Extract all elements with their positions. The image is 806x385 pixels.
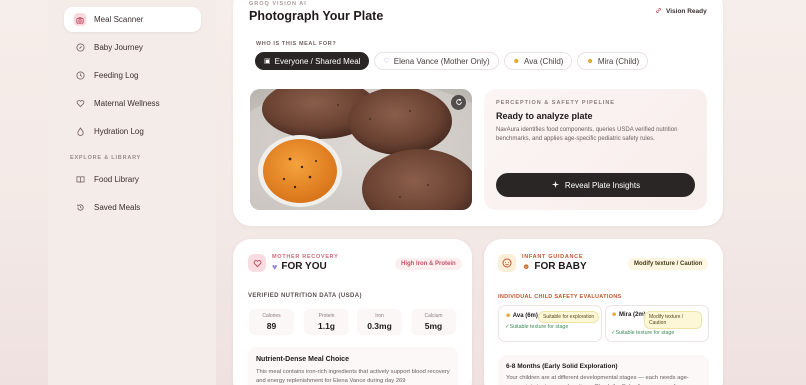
pipeline-title: Ready to analyze plate: [496, 111, 593, 121]
heart-icon: ♥: [272, 261, 278, 272]
stat-calcium: Calcium 5mg: [411, 309, 456, 335]
reveal-insights-button[interactable]: Reveal Plate Insights: [496, 173, 695, 197]
sidebar: Meal Scanner Baby Journey Feeding Log Ma…: [48, 0, 216, 385]
child-tag: Modify texture / Caution: [644, 311, 702, 329]
sidebar-item-hydration-log[interactable]: Hydration Log: [64, 119, 201, 144]
camera-icon: [74, 13, 86, 26]
audience-chips: ▣ Everyone / Shared Meal ♡ Elena Vance (…: [255, 52, 649, 70]
chip-label: Ava (Child): [524, 56, 564, 66]
baby-face-icon: [498, 254, 516, 272]
chip-mira[interactable]: ☻ Mira (Child): [577, 52, 649, 70]
page-title: Photograph Your Plate: [249, 9, 384, 23]
stat-iron: Iron 0.3mg: [357, 309, 402, 335]
stage-description: Your children are at different developme…: [506, 375, 689, 385]
pipeline-eyebrow: PERCEPTION & SAFETY PIPELINE: [496, 100, 615, 106]
sidebar-item-food-library[interactable]: Food Library: [64, 167, 201, 192]
baby-eyebrow: INFANT GUIDANCE: [522, 254, 584, 260]
heart-icon: ♡: [383, 58, 390, 65]
baby-badge: Modify texture / Caution: [628, 258, 709, 270]
sidebar-item-label: Baby Journey: [94, 43, 143, 52]
heart-icon: [248, 254, 266, 272]
child-name-text: Ava (6m): [512, 313, 538, 319]
sidebar-item-label: Hydration Log: [94, 127, 144, 136]
baby-title: ☻ FOR BABY: [522, 261, 587, 272]
stat-value: 0.3mg: [367, 321, 392, 331]
meal-photo: [250, 89, 472, 210]
chip-label: Everyone / Shared Meal: [274, 56, 361, 66]
stat-protein: Protein 1.1g: [304, 309, 349, 335]
sidebar-item-label: Saved Meals: [94, 203, 141, 212]
history-icon: [74, 202, 86, 214]
sparkle-icon: [551, 180, 560, 191]
baby-icon: ☻: [522, 262, 531, 271]
chip-ava[interactable]: ☻ Ava (Child): [503, 52, 573, 70]
pipeline-description: NavAura identifies food components, quer…: [496, 127, 678, 142]
stat-calories: Calories 89: [249, 309, 294, 335]
child-evaluations-label: INDIVIDUAL CHILD SAFETY EVALUATIONS: [498, 294, 622, 300]
sidebar-item-baby-journey[interactable]: Baby Journey: [64, 35, 201, 60]
baby-title-text: FOR BABY: [534, 261, 587, 272]
sidebar-item-label: Maternal Wellness: [94, 99, 160, 108]
stat-label: Calcium: [424, 313, 443, 319]
baby-icon: ☻: [512, 57, 521, 65]
mother-title: ♥ FOR YOU: [272, 261, 327, 272]
sidebar-item-meal-scanner[interactable]: Meal Scanner: [64, 7, 201, 32]
chip-everyone[interactable]: ▣ Everyone / Shared Meal: [255, 52, 370, 70]
drop-icon: [74, 126, 86, 138]
vision-status-text: Vision Ready: [666, 8, 707, 15]
meal-choice-box: Nutrient-Dense Meal Choice This meal con…: [248, 347, 458, 385]
grid-icon: ▣: [264, 58, 271, 65]
stage-title: 6-8 Months (Early Solid Exploration): [506, 363, 618, 370]
sidebar-item-label: Meal Scanner: [94, 15, 144, 24]
sidebar-item-feeding-log[interactable]: Feeding Log: [64, 63, 201, 88]
chip-label: Mira (Child): [597, 56, 640, 66]
child-name: ☻ Mira (2m): [611, 312, 646, 320]
clock-icon: [74, 70, 86, 82]
child-name-text: Mira (2m): [618, 312, 646, 318]
mother-badge: High Iron & Protein: [395, 258, 462, 270]
child-tag: Suitable for exploration: [538, 311, 600, 323]
audience-label: WHO IS THIS MEAL FOR?: [256, 41, 337, 47]
header-eyebrow: GROQ VISION AI: [249, 1, 307, 7]
nutrition-label: VERIFIED NUTRITION DATA (USDA): [248, 293, 362, 299]
baby-icon: ☻: [611, 312, 619, 318]
meal-choice-title: Nutrient-Dense Meal Choice: [256, 356, 349, 363]
stat-value: 89: [266, 321, 277, 331]
stage-info-box: 6-8 Months (Early Solid Exploration) You…: [498, 355, 709, 385]
chip-label: Elena Vance (Mother Only): [393, 56, 490, 66]
stat-value: 5mg: [424, 321, 443, 331]
reveal-insights-label: Reveal Plate Insights: [564, 180, 641, 190]
stat-label: Calories: [262, 313, 281, 319]
heart-icon: [74, 98, 86, 110]
vision-status-badge: Vision Ready: [655, 7, 707, 16]
book-icon: [74, 174, 86, 186]
mother-eyebrow: MOTHER RECOVERY: [272, 254, 339, 260]
refresh-icon: [455, 98, 463, 108]
baby-icon: ☻: [505, 313, 513, 319]
link-icon: [655, 7, 662, 16]
sidebar-item-label: Food Library: [94, 175, 139, 184]
baby-icon: ☻: [586, 57, 594, 65]
sidebar-item-label: Feeding Log: [94, 71, 139, 80]
child-status: ✓Suitable texture for stage: [505, 324, 569, 330]
child-status: ✓Suitable texture for stage: [611, 330, 675, 336]
stat-label: Protein: [318, 313, 335, 319]
sidebar-section-label: EXPLORE & LIBRARY: [70, 155, 142, 161]
meal-choice-description: This meal contains iron-rich ingredients…: [256, 369, 450, 384]
compass-icon: [74, 42, 86, 54]
stat-value: 1.1g: [317, 321, 335, 331]
meal-photo-image: [250, 89, 472, 210]
child-name: ☻ Ava (6m): [505, 313, 538, 321]
pipeline-panel: PERCEPTION & SAFETY PIPELINE Ready to an…: [484, 89, 707, 210]
retake-photo-button[interactable]: [451, 95, 466, 110]
sidebar-item-maternal-wellness[interactable]: Maternal Wellness: [64, 91, 201, 116]
chip-elena-vance[interactable]: ♡ Elena Vance (Mother Only): [374, 52, 499, 70]
mother-title-text: FOR YOU: [281, 261, 327, 272]
sidebar-item-saved-meals[interactable]: Saved Meals: [64, 195, 201, 220]
stat-label: Iron: [375, 313, 384, 319]
